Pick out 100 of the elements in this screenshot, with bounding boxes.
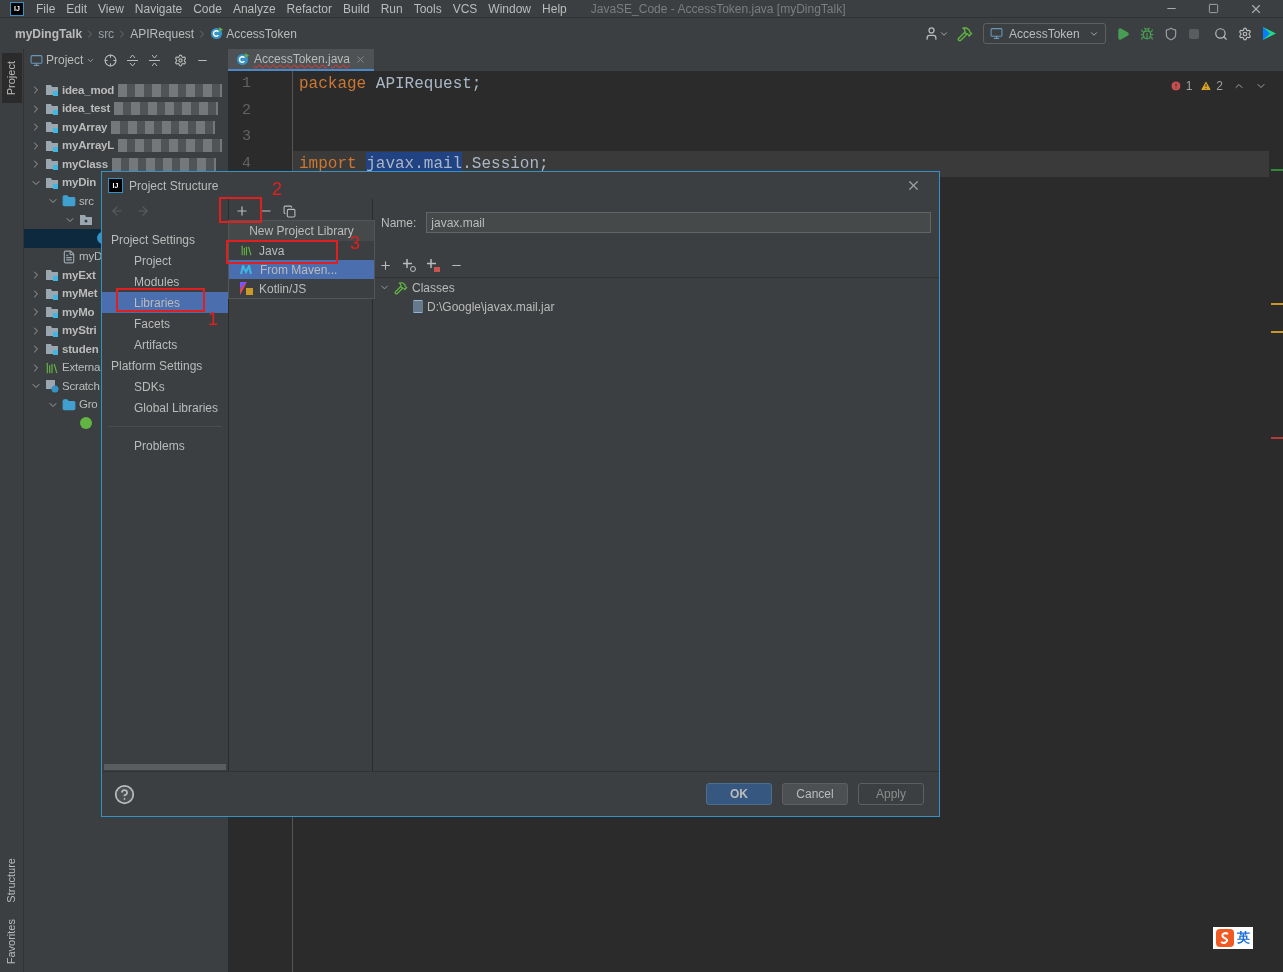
tree-item[interactable]: studen [24,340,99,359]
tree-item[interactable]: D:\Google\javax.mail.jar [373,297,939,316]
module-folder-icon [45,305,59,320]
tree-item[interactable]: myMet [24,284,98,303]
tree-item[interactable]: myExt [24,266,96,285]
add-jar-icon[interactable] [426,258,440,272]
tree-item-label: Externa [62,360,101,376]
menu-item[interactable]: VCS [452,0,478,18]
nav-item[interactable]: Project [102,250,176,271]
nav-item[interactable]: Artifacts [102,334,182,355]
tree-item[interactable]: myDin [24,173,97,192]
error-count[interactable]: 1 [1185,77,1193,95]
ime-indicator[interactable]: 英 [1213,927,1253,949]
folder-icon [62,397,76,412]
tree-item[interactable] [24,229,101,248]
menu-item[interactable]: Edit [66,0,88,18]
popup-item[interactable]: Kotlin/JS [229,279,337,298]
run-icon[interactable] [1116,26,1130,41]
menu-item[interactable]: Refactor [286,0,332,18]
view-selector[interactable]: Project [30,51,96,69]
locate-icon[interactable] [104,53,118,67]
breadcrumb[interactable]: src [98,24,115,43]
class-icon [236,52,249,66]
tree-item[interactable]: idea_test [24,99,111,118]
menu-item[interactable]: Code [193,0,222,18]
nav-item[interactable]: SDKs [102,376,169,397]
dialog-button[interactable]: OK [706,783,772,805]
tree-item[interactable]: Scratch [24,377,100,396]
tree-item[interactable]: src [24,192,94,211]
tree-item[interactable]: myMo [24,303,95,322]
tree-item-label: idea_mod [62,82,115,98]
tree-item[interactable]: Externa [24,358,101,377]
warning-count[interactable]: 2 [1216,77,1223,95]
error-icon[interactable] [1169,80,1182,92]
breadcrumb[interactable]: AccessToken [226,24,297,43]
tree-item-label: myDin [62,175,97,191]
debug-icon[interactable] [1140,26,1154,41]
window-icon [30,53,43,67]
tree-item[interactable]: myClass [24,155,108,174]
menu-item[interactable]: Build [342,0,370,18]
tree-item-label: myMo [62,304,95,320]
tree-item[interactable]: idea_mod [24,81,115,100]
settings-icon[interactable] [1238,26,1252,41]
menu-item[interactable]: Run [380,0,403,18]
menu-item[interactable]: Analyze [232,0,276,18]
run-configuration-dropdown[interactable]: AccessToken [983,23,1106,44]
editor-tab[interactable]: AccessToken.java [228,49,375,71]
nav-item[interactable]: Global Libraries [102,397,223,418]
hammer-icon [394,280,408,295]
tool-window-tab[interactable]: Favorites [1,910,22,972]
tree-item[interactable]: myStri [24,321,97,340]
user-icon[interactable] [924,26,939,41]
copy-icon[interactable] [283,204,296,218]
close-icon[interactable] [906,178,921,193]
warning-icon[interactable] [1200,80,1213,92]
breadcrumb[interactable]: myDingTalk [15,24,83,43]
close-icon[interactable] [355,53,367,65]
menu-item[interactable]: Tools [413,0,442,18]
forward-arrow-icon[interactable] [136,204,150,218]
dialog-button[interactable]: Cancel [782,783,848,805]
menu-item[interactable]: File [36,0,56,18]
menu-item[interactable]: Navigate [134,0,183,18]
nav-item[interactable]: Modules [102,271,184,292]
maximize-icon[interactable] [1208,3,1219,14]
tool-window-tab[interactable]: Structure [1,850,22,911]
tree-item[interactable]: myArrayL [24,136,115,155]
coverage-icon[interactable] [1164,26,1178,41]
menu-item[interactable]: View [98,0,124,18]
tree-item[interactable]: myArray [24,118,108,137]
search-icon[interactable] [1214,26,1228,41]
add-attached-icon[interactable] [402,258,416,272]
collapse-all-icon[interactable] [148,53,162,67]
module-folder-icon [45,342,59,357]
settings-icon[interactable] [174,53,188,67]
add-icon[interactable] [379,258,392,272]
tree-item[interactable]: Gro [24,395,98,414]
popup-item[interactable]: Java [229,241,337,260]
tree-item-label: myClass [62,156,108,172]
add-icon[interactable] [235,204,249,218]
plugin-logo-icon[interactable] [1262,26,1277,41]
expand-all-icon[interactable] [126,53,140,67]
name-field[interactable]: javax.mail [426,212,931,233]
nav-item[interactable]: Facets [102,313,174,334]
annotation-box [219,197,262,223]
help-icon[interactable] [114,783,135,805]
module-folder-icon [45,138,59,153]
module-folder-icon [45,323,59,338]
tree-item[interactable]: myD [24,247,103,266]
tree-item-label: Classes [412,279,455,297]
breadcrumb[interactable]: APIRequest [130,24,195,43]
horizontal-scrollbar[interactable] [104,764,226,770]
menu-item[interactable]: Help [542,0,567,18]
module-folder-icon [45,120,59,135]
tree-item[interactable]: Classes [373,278,939,297]
hammer-icon[interactable] [957,25,973,42]
annotation-number: 1 [208,310,218,328]
file-icon [62,249,76,264]
nav-item[interactable]: Problems [102,435,189,456]
menu-item[interactable]: Window [488,0,532,18]
tool-window-tab[interactable]: Project [1,53,22,104]
